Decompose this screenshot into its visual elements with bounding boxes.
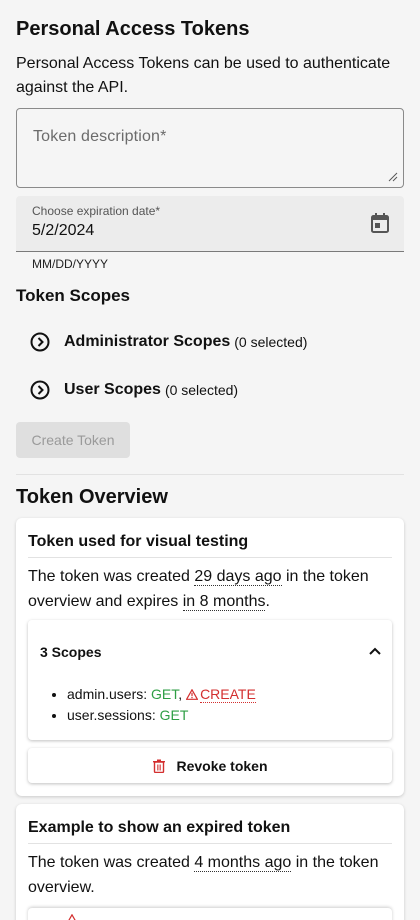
chevron-right-circle-icon (30, 380, 50, 400)
user-scopes-label: User Scopes (64, 381, 161, 398)
create-token-button[interactable]: Create Token (16, 422, 130, 458)
token-info-end: . (265, 593, 270, 610)
warning-icon (68, 914, 76, 920)
administrator-scopes-label: Administrator Scopes (64, 333, 231, 350)
resize-handle-icon[interactable] (388, 172, 398, 182)
scope-name: user.sessions: (67, 707, 156, 723)
chevron-right-circle-icon (30, 332, 50, 352)
token-description-placeholder: Token description* (33, 128, 167, 145)
user-scopes-toggle[interactable]: User Scopes (0 selected) (30, 378, 238, 402)
scope-item: admin.users: GET, CREATE (67, 684, 256, 705)
scope-separator: , (178, 686, 183, 702)
date-format-hint: MM/DD/YYYY (32, 257, 109, 271)
calendar-icon[interactable] (370, 212, 390, 234)
chevron-up-icon[interactable] (368, 646, 382, 656)
scope-get-badge: GET (159, 707, 189, 723)
scope-get-badge: GET (151, 686, 179, 702)
token-description-input[interactable]: Token description* (16, 108, 404, 188)
token-info: The token was created 29 days ago in the… (16, 558, 404, 614)
section-divider (16, 474, 404, 475)
page-title: Personal Access Tokens (16, 18, 250, 40)
token-info: The token was created 4 months ago in th… (16, 844, 404, 900)
expiration-date-field[interactable]: Choose expiration date* 5/2/2024 (16, 196, 404, 252)
token-overview-title: Token Overview (16, 486, 168, 508)
revoke-token-button[interactable]: Revoke token (28, 748, 392, 783)
expiration-label: Choose expiration date* (32, 204, 161, 218)
administrator-scopes-count: (0 selected) (234, 334, 308, 350)
token-expires-relative[interactable]: in 8 months (182, 593, 266, 611)
token-card: Token used for visual testing The token … (16, 518, 404, 796)
token-scopes-title: Token Scopes (16, 286, 130, 305)
token-scopes-panel: 3 Scopes admin.users: GET, CREATE user.s… (28, 620, 392, 740)
token-scope-list: admin.users: GET, CREATE user.sessions: … (67, 684, 256, 726)
expiration-value[interactable]: 5/2/2024 (32, 222, 94, 240)
revoke-token-label: Revoke token (176, 757, 268, 774)
scope-create-badge[interactable]: CREATE (200, 686, 256, 703)
token-scopes-header[interactable]: 3 Scopes (40, 644, 101, 660)
token-name: Token used for visual testing (28, 518, 392, 558)
scope-item: user.sessions: GET (67, 705, 256, 726)
warning-icon (186, 689, 199, 700)
intro-text: Personal Access Tokens can be used to au… (16, 55, 391, 96)
administrator-scopes-toggle[interactable]: Administrator Scopes (0 selected) (30, 330, 307, 354)
token-card: Example to show an expired token The tok… (16, 804, 404, 920)
token-created-prefix: The token was created (28, 854, 190, 871)
scope-name: admin.users: (67, 686, 148, 702)
token-name: Example to show an expired token (28, 804, 392, 844)
token-scopes-panel (28, 908, 392, 920)
trash-icon (153, 759, 166, 773)
user-scopes-count: (0 selected) (164, 382, 239, 398)
token-created-relative[interactable]: 29 days ago (194, 568, 282, 586)
token-created-relative[interactable]: 4 months ago (194, 854, 292, 872)
token-created-prefix: The token was created (28, 568, 190, 585)
